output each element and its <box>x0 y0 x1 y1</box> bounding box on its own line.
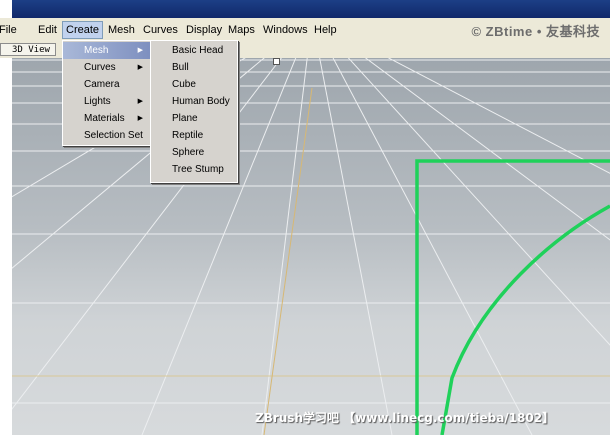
menu-mesh[interactable]: Mesh <box>105 22 138 38</box>
submenu-item-sphere[interactable]: Sphere <box>172 144 204 161</box>
left-margin <box>0 58 12 435</box>
submenu-item-bull[interactable]: Bull <box>172 59 189 76</box>
z-axis-line <box>263 87 313 435</box>
create-menu-item-camera[interactable]: Camera <box>63 76 151 93</box>
curve-arc-line <box>440 204 610 435</box>
submenu-arrow-icon: ▶ <box>137 47 143 54</box>
menu-item-label: Selection Set <box>84 130 143 141</box>
mesh-submenu: Basic Head Bull Cube Human Body Plane Re… <box>150 40 238 183</box>
submenu-item-tree-stump[interactable]: Tree Stump <box>172 161 224 178</box>
create-menu-item-selection-set[interactable]: Selection Set <box>63 127 151 144</box>
submenu-item-human-body[interactable]: Human Body <box>172 93 230 110</box>
menu-windows[interactable]: Windows <box>260 22 311 38</box>
menu-item-label: Mesh <box>84 45 109 56</box>
menu-item-label: Materials <box>84 113 125 124</box>
menu-edit[interactable]: Edit <box>35 22 60 38</box>
create-menu-item-materials[interactable]: Materials ▶ <box>63 110 151 127</box>
submenu-arrow-icon: ▶ <box>137 98 143 105</box>
submenu-arrow-icon: ▶ <box>137 64 143 71</box>
submenu-item-plane[interactable]: Plane <box>172 110 198 127</box>
create-menu-item-curves[interactable]: Curves ▶ <box>63 59 151 76</box>
menu-display[interactable]: Display <box>183 22 225 38</box>
resize-handle[interactable] <box>273 58 280 65</box>
menu-item-label: Lights <box>84 96 111 107</box>
app-window: File Edit Create Mesh Curves Display Map… <box>0 0 610 435</box>
submenu-item-basic-head[interactable]: Basic Head <box>172 42 223 59</box>
menu-item-label: Curves <box>84 62 116 73</box>
menu-help[interactable]: Help <box>311 22 340 38</box>
menu-file[interactable]: File <box>0 22 20 38</box>
watermark-logo-text: © ZBtime • 友基科技 <box>471 24 600 39</box>
menu-curves[interactable]: Curves <box>140 22 181 38</box>
title-bar <box>12 0 610 18</box>
menu-create[interactable]: Create <box>62 21 104 39</box>
create-menu: Mesh ▶ Curves ▶ Camera Lights ▶ Material… <box>62 40 152 146</box>
create-menu-item-mesh[interactable]: Mesh ▶ <box>63 42 151 59</box>
create-menu-item-lights[interactable]: Lights ▶ <box>63 93 151 110</box>
menu-maps[interactable]: Maps <box>225 22 258 38</box>
menu-item-label: Camera <box>84 79 120 90</box>
tab-3d-view[interactable]: 3D View <box>0 43 56 56</box>
submenu-item-reptile[interactable]: Reptile <box>172 127 203 144</box>
curve-frame-line <box>415 159 610 435</box>
watermark-forum-text: ZBrush学习吧 【www.linecg.com/tieba/1802】 <box>255 411 555 425</box>
submenu-arrow-icon: ▶ <box>137 115 143 122</box>
submenu-item-cube[interactable]: Cube <box>172 76 196 93</box>
